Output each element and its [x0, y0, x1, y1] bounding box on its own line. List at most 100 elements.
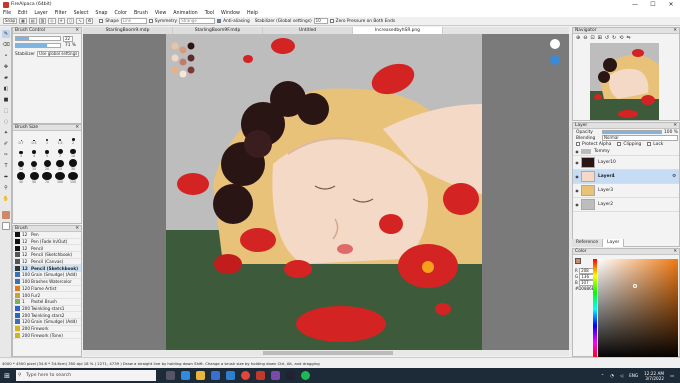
layer-folder[interactable]: ◉ Tommy: [573, 147, 679, 156]
brush-size-option[interactable]: 150: [67, 172, 79, 184]
snap-vanishing-icon[interactable]: ◇: [48, 18, 56, 24]
spotify-icon[interactable]: [301, 371, 310, 380]
brush-size-option[interactable]: 2: [67, 133, 79, 145]
fg-color-swatch[interactable]: [2, 211, 10, 219]
brush-list-item[interactable]: 1 Pastel Brush: [13, 299, 81, 306]
visibility-eye-icon[interactable]: ◉: [573, 202, 581, 207]
select-eraser-icon[interactable]: ✑: [2, 151, 10, 159]
visibility-eye-icon[interactable]: ◉: [573, 160, 581, 165]
lasso-tool-icon[interactable]: ◌: [2, 118, 10, 126]
brush-list-item[interactable]: 12 Pencil: [13, 245, 81, 253]
layer-row[interactable]: ◉ Layer2: [573, 198, 679, 212]
photos-icon[interactable]: [271, 371, 280, 380]
brush-size-option[interactable]: 3: [15, 146, 27, 158]
menu-window[interactable]: Window: [221, 11, 240, 16]
brush-size-option[interactable]: 5: [41, 146, 53, 158]
layer-row[interactable]: ◉ Layer10: [573, 156, 679, 170]
color-picker-cursor[interactable]: [633, 284, 637, 288]
brush-list-item[interactable]: 200 Twinkling stars1: [13, 305, 81, 313]
tab-layer[interactable]: Layer: [603, 239, 625, 247]
brush-tool-icon[interactable]: ✎: [2, 30, 10, 38]
language-indicator[interactable]: ENG: [629, 373, 638, 378]
brush-size-value[interactable]: 22: [63, 35, 73, 42]
store-icon[interactable]: [211, 371, 220, 380]
snap-off-icon[interactable]: ▦: [19, 18, 27, 24]
horizontal-scroll-thumb[interactable]: [263, 351, 393, 355]
lock-checkbox[interactable]: [647, 142, 652, 146]
brush-list-item[interactable]: 120 Flame Artist: [13, 285, 81, 293]
antialias-checkbox[interactable]: [217, 19, 222, 23]
select-pen-icon[interactable]: ✐: [2, 140, 10, 148]
close-button[interactable]: ✕: [662, 0, 680, 9]
brush-list-item[interactable]: 120 Grain (Smudge) (Add): [13, 319, 81, 326]
brush-list-item[interactable]: 100 Brashes Watercolor: [13, 279, 81, 286]
rotate-left-icon[interactable]: ↺: [605, 35, 609, 41]
color-fg-swatch[interactable]: [575, 258, 581, 264]
brush-stabilizer-select[interactable]: Use global settings: [37, 51, 80, 57]
brush-size-option[interactable]: 12: [15, 159, 27, 171]
hand-tool-icon[interactable]: ✋: [2, 195, 10, 203]
text-tool-icon[interactable]: T: [2, 162, 10, 170]
horizontal-scrollbar[interactable]: [83, 350, 569, 356]
navigator-preview[interactable]: [590, 43, 659, 120]
zoom-actual-icon[interactable]: ⊞: [598, 35, 602, 41]
brush-size-option[interactable]: 100: [54, 172, 66, 184]
minimize-button[interactable]: —: [626, 0, 644, 9]
snap-button[interactable]: Snap: [3, 18, 18, 24]
menu-color[interactable]: Color: [114, 11, 127, 16]
brush-size-option[interactable]: 0.5: [28, 133, 40, 145]
tray-chevron-icon[interactable]: ⌃: [601, 373, 605, 378]
brush-size-slider[interactable]: [15, 36, 61, 41]
fill-shape-icon[interactable]: ■: [2, 96, 10, 104]
fill-tool-icon[interactable]: ▰: [2, 74, 10, 82]
taskbar-search-box[interactable]: ⚲ Type here to search: [16, 370, 156, 381]
edge-icon[interactable]: [181, 371, 190, 380]
tab-document[interactable]: Untitled: [263, 27, 353, 34]
windows-start-icon[interactable]: ⊞: [0, 368, 14, 383]
layer-opacity-slider[interactable]: [602, 130, 662, 134]
menu-select[interactable]: Select: [74, 11, 89, 16]
brush-list-item[interactable]: 100 Grain (Smudge) (Add): [13, 272, 81, 279]
chrome-icon[interactable]: [241, 371, 250, 380]
layer-row[interactable]: ◉ Layer3: [573, 184, 679, 198]
symmetry-checkbox[interactable]: [148, 19, 153, 23]
brush-list-item[interactable]: 12 Pen (Fade In/Out): [13, 239, 81, 246]
operation-tool-icon[interactable]: ⬌: [2, 173, 10, 181]
select-tool-icon[interactable]: ⬚: [2, 107, 10, 115]
symmetry-select[interactable]: Strange: [179, 18, 216, 24]
menu-edit[interactable]: Edit: [18, 11, 27, 16]
zoom-out-icon[interactable]: ⊖: [583, 35, 587, 41]
zoom-fit-icon[interactable]: ⊡: [590, 35, 594, 41]
mail-icon[interactable]: [226, 371, 235, 380]
hue-slider[interactable]: [593, 259, 597, 359]
brush-size-option[interactable]: 70: [41, 172, 53, 184]
brush-size-option[interactable]: 50: [28, 172, 40, 184]
tab-reference[interactable]: Reference: [572, 239, 604, 247]
brush-list-item[interactable]: 200 Firework (Tone): [13, 332, 81, 339]
eyedropper-icon[interactable]: ⚲: [2, 184, 10, 192]
gradient-tool-icon[interactable]: ◧: [2, 85, 10, 93]
brush-size-option[interactable]: 20: [41, 159, 53, 171]
layer-row-selected[interactable]: ◉ Layer4 ⚙: [573, 170, 679, 184]
menu-help[interactable]: Help: [247, 11, 258, 16]
saturation-value-picker[interactable]: [598, 259, 678, 359]
canvas-area[interactable]: [83, 34, 569, 350]
dot-tool-icon[interactable]: •: [2, 52, 10, 60]
zoom-in-icon[interactable]: ⊕: [576, 35, 580, 41]
snap-crisscross-icon[interactable]: ▥: [38, 18, 47, 24]
visibility-eye-icon[interactable]: ◉: [573, 174, 581, 179]
layer-blending-select[interactable]: Normal: [602, 135, 678, 141]
menu-layer[interactable]: Layer: [34, 11, 47, 16]
flip-icon[interactable]: ⇋: [626, 35, 630, 41]
brush-list-item[interactable]: 12 Pencil (Sketchbook): [13, 265, 81, 273]
firealpaca-icon[interactable]: [256, 371, 265, 380]
shape-select[interactable]: Line: [120, 18, 147, 24]
network-icon[interactable]: ◔: [610, 373, 614, 378]
zero-pressure-checkbox[interactable]: [329, 19, 334, 23]
menu-filter[interactable]: Filter: [55, 11, 67, 16]
visibility-eye-icon[interactable]: ◉: [573, 149, 581, 154]
brush-list-item[interactable]: 200 Firework: [13, 325, 81, 333]
explorer-icon[interactable]: [196, 371, 205, 380]
tab-document[interactable]: StarlingBoom9F.mdp: [173, 27, 263, 34]
rotate-right-icon[interactable]: ↻: [612, 35, 616, 41]
